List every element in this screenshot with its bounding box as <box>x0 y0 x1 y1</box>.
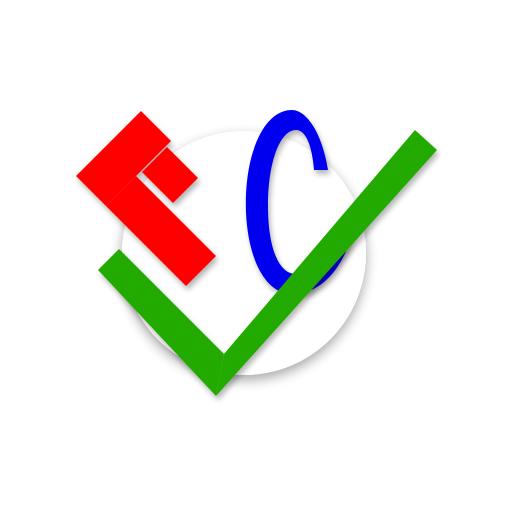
logo-svg <box>76 110 437 396</box>
app-logo <box>0 0 512 512</box>
